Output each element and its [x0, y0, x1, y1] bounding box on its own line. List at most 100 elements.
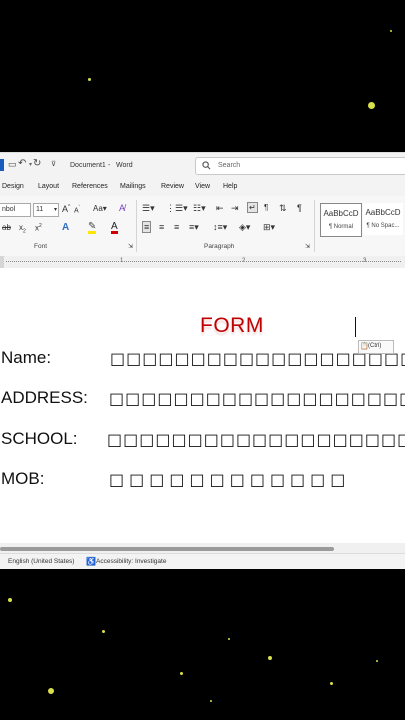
tab-help[interactable]: Help: [223, 183, 237, 190]
document-page[interactable]: FORM Name: □□□□□□□□□□□□□□□□□□□□□ ADDRESS…: [0, 268, 405, 543]
decrease-indent-icon[interactable]: ⇤: [216, 203, 224, 214]
paragraph-group-label: Paragraph: [204, 243, 235, 250]
text-effects-icon[interactable]: A: [62, 222, 69, 233]
align-left-icon[interactable]: ≡: [142, 221, 152, 233]
style-normal-name: ¶ Normal: [328, 224, 354, 230]
numbering-icon[interactable]: ⋮☰▾: [166, 203, 188, 214]
line-spacing-icon[interactable]: ↕≡▾: [213, 222, 227, 233]
app-name: Word: [116, 162, 133, 169]
font-name-box[interactable]: nbol: [0, 203, 31, 217]
justify-icon[interactable]: ≡▾: [189, 222, 199, 233]
align-center-icon[interactable]: ≡: [159, 222, 164, 232]
tab-mailings[interactable]: Mailings: [120, 183, 146, 190]
font-name-value: nbol: [2, 206, 16, 213]
title-separator: -: [108, 162, 111, 169]
address-boxes: □□□□□□□□□□□□□□□□□□□: [109, 389, 405, 408]
show-formatting-marks-icon[interactable]: ↵: [247, 202, 258, 213]
star: [180, 672, 183, 675]
grow-font-icon[interactable]: A^: [62, 204, 70, 214]
align-right-icon[interactable]: ≡: [174, 222, 179, 232]
style-no-spacing[interactable]: AaBbCcD ¶ No Spac...: [363, 203, 403, 235]
strikethrough-icon[interactable]: ab: [2, 223, 11, 232]
star: [102, 630, 105, 633]
ribbon: nbol 11 ▾ A^ Aˇ Aa▾ A̸ ab x2 x2 A ✎ A Fo…: [0, 196, 405, 257]
mob-label: MOB:: [1, 469, 45, 488]
search-icon: [202, 161, 211, 170]
ruler-margin: [0, 256, 4, 268]
redo-icon[interactable]: ↻: [33, 158, 41, 169]
mob-boxes: □□□□□□□□□□□□: [109, 470, 351, 489]
text-cursor: [355, 317, 356, 337]
form-title: FORM: [200, 314, 264, 337]
ruler-dots: [6, 261, 401, 263]
increase-indent-icon[interactable]: ⇥: [231, 203, 239, 214]
name-label: Name:: [1, 348, 52, 367]
star: [330, 682, 333, 685]
language-status[interactable]: English (United States): [8, 558, 74, 565]
paste-options-button[interactable]: 📋 (Ctrl): [358, 340, 394, 354]
word-window: ▭ ↶ ▾ ↻ ⊽ Document1 - Word Search Design…: [0, 152, 405, 569]
undo-icon[interactable]: ↶: [18, 158, 26, 169]
clear-formatting-icon[interactable]: A̸: [119, 203, 125, 213]
star: [376, 660, 378, 662]
style-no-spacing-preview: AaBbCcD: [365, 208, 401, 217]
search-placeholder: Search: [218, 162, 241, 169]
superscript-icon[interactable]: x2: [35, 223, 42, 233]
chevron-down-icon: ▾: [53, 207, 57, 213]
accessibility-status[interactable]: Accessibility: Investigate: [96, 558, 166, 565]
star: [228, 638, 230, 640]
highlight-icon[interactable]: ✎: [88, 222, 97, 234]
title-bar: ▭ ↶ ▾ ↻ ⊽ Document1 - Word Search: [0, 152, 405, 179]
paste-options-label: (Ctrl): [368, 343, 382, 349]
star: [210, 700, 212, 702]
shrink-font-icon[interactable]: Aˇ: [74, 205, 80, 214]
star: [390, 30, 392, 32]
save-icon[interactable]: ▭: [8, 159, 17, 170]
horizontal-scrollbar[interactable]: [0, 543, 405, 553]
accessibility-icon[interactable]: ♿: [86, 557, 96, 566]
paragraph-mark-icon[interactable]: ¶: [264, 203, 268, 212]
tab-layout[interactable]: Layout: [38, 183, 59, 190]
font-dialog-launcher-icon[interactable]: ⇲: [128, 243, 133, 250]
font-size-value: 11: [36, 206, 44, 213]
star: [368, 102, 375, 109]
star: [48, 688, 54, 694]
ruler-tick: 1: [120, 258, 124, 264]
subscript-icon[interactable]: x2: [19, 223, 26, 235]
star: [8, 598, 12, 602]
group-divider: [136, 200, 137, 252]
customize-toolbar-icon[interactable]: ⊽: [51, 160, 56, 168]
undo-dropdown-icon[interactable]: ▾: [29, 161, 32, 168]
school-boxes: □□□□□□□□□□□□□□□□□□□□: [107, 430, 405, 449]
ruler-tick: 3: [363, 258, 367, 264]
word-logo-icon: [0, 159, 4, 171]
ribbon-tabs: Design Layout References Mailings Review…: [0, 178, 405, 196]
multilevel-list-icon[interactable]: ☷▾: [193, 203, 206, 214]
tab-design[interactable]: Design: [2, 183, 24, 190]
font-size-box[interactable]: 11 ▾: [33, 203, 59, 217]
style-normal-preview: AaBbCcD: [323, 209, 359, 218]
group-divider: [314, 200, 315, 252]
change-case-icon[interactable]: Aa▾: [93, 204, 107, 213]
star: [268, 656, 272, 660]
tab-view[interactable]: View: [195, 183, 210, 190]
address-label: ADDRESS:: [1, 388, 88, 407]
bullets-icon[interactable]: ☰▾: [142, 203, 155, 214]
status-bar: English (United States) ♿ Accessibility:…: [0, 553, 405, 569]
paragraph-dialog-launcher-icon[interactable]: ⇲: [305, 243, 310, 250]
star: [88, 78, 91, 81]
font-group-label: Font: [34, 243, 48, 250]
search-box[interactable]: Search: [195, 157, 405, 175]
font-color-icon[interactable]: A: [111, 222, 118, 234]
sort-icon[interactable]: ⇅: [279, 203, 287, 214]
ruler-tick: 2: [242, 258, 246, 264]
shading-icon[interactable]: ◈▾: [239, 222, 250, 233]
document-name: Document1: [70, 162, 106, 169]
show-hide-icon[interactable]: ¶: [297, 203, 302, 213]
tab-review[interactable]: Review: [161, 183, 184, 190]
style-normal[interactable]: AaBbCcD ¶ Normal: [320, 203, 362, 237]
borders-icon[interactable]: ⊞▾: [263, 222, 275, 233]
scrollbar-thumb[interactable]: [0, 547, 334, 551]
style-no-spacing-name: ¶ No Spac...: [366, 223, 400, 229]
tab-references[interactable]: References: [72, 183, 108, 190]
